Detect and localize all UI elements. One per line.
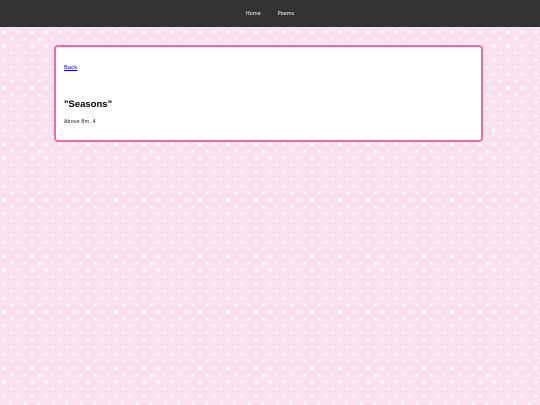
post-card: Back "Seasons" Above 8m, 4: [54, 45, 483, 142]
post-title: "Seasons": [64, 99, 113, 110]
top-nav-bar: Home Poems: [0, 0, 540, 27]
nav-link-poems[interactable]: Poems: [278, 11, 294, 17]
post-meta: Above 8m, 4: [64, 119, 96, 125]
nav-link-home[interactable]: Home: [246, 11, 261, 17]
back-link[interactable]: Back: [64, 65, 77, 71]
top-nav: Home Poems: [0, 0, 540, 27]
